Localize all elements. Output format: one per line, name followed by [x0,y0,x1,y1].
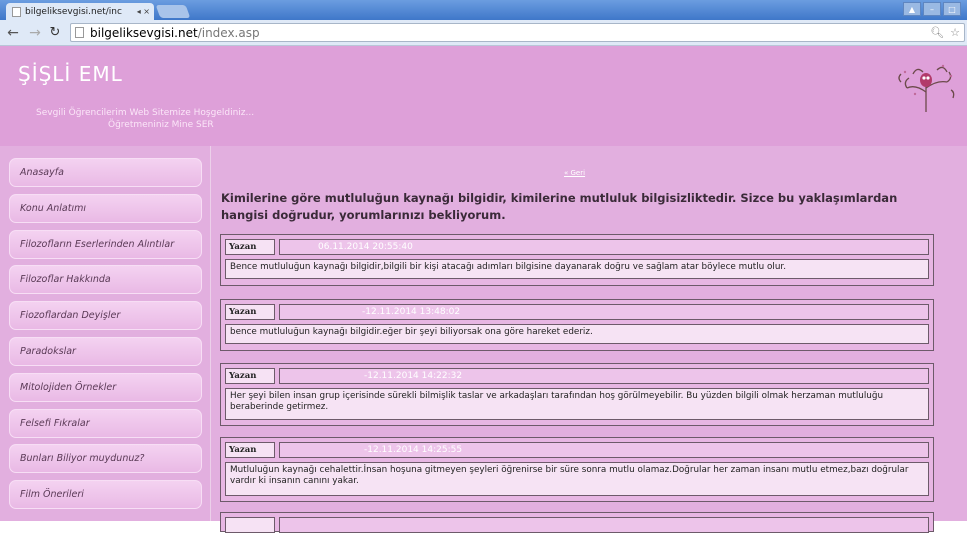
comment-meta: -12.11.2014 14:25:55 [279,442,929,458]
comment-meta [279,517,929,533]
author-label: Yazan [225,442,275,458]
author-label: Yazan [225,368,275,384]
sidebar-item-mitoloji[interactable]: Mitolojiden Örnekler [9,372,202,402]
comment-text: bence mutluluğun kaynağı bilgidir.eğer b… [225,324,929,344]
url-host: bilgeliksevgisi.net [90,25,198,40]
url-path: /index.asp [197,25,260,40]
comment-card: Yazan -12.11.2014 14:22:32 Her şeyi bile… [220,363,934,426]
site-header: ŞİŞLİ EML Sevgili Öğrencilerim Web Sitem… [0,46,967,146]
sidebar-item-filozoflar-hakkinda[interactable]: Filozoflar Hakkında [9,265,202,295]
author-label: Yazan [225,304,275,320]
comment-date: -12.11.2014 14:25:55 [364,445,463,455]
sidebar-item-alintilar[interactable]: Filozofların Eserlerinden Alıntılar [9,229,202,259]
owl-tree-logo-icon [898,64,955,112]
sidebar-item-konu-anlatimi[interactable]: Konu Anlatımı [9,193,202,223]
reload-icon[interactable]: ↻ [46,25,64,40]
comment-meta: -12.11.2014 14:22:32 [279,368,929,384]
minimize-button[interactable]: – [923,2,941,16]
close-tab-icon[interactable]: ◂ × [137,7,150,16]
comment-date: -12.11.2014 13:48:02 [362,307,461,317]
maximize-button[interactable]: □ [943,2,961,16]
browser-tab[interactable]: bilgeliksevgisi.net/inc ◂ × [6,3,154,20]
sidebar-item-film-onerileri[interactable]: Film Önerileri [9,480,202,510]
comment-meta: -12.11.2014 13:48:02 [279,304,929,320]
tab-title: bilgeliksevgisi.net/inc [25,6,122,17]
comment-date: -12.11.2014 14:22:32 [364,371,463,381]
address-bar[interactable]: bilgeliksevgisi.net /index.asp 🔍︎ ☆ [70,23,965,42]
sidebar-item-anasayfa[interactable]: Anasayfa [9,158,202,187]
comment-card [220,512,934,533]
comment-text: Mutluluğun kaynağı cehalettir.İnsan hoşu… [225,462,929,496]
page-favicon-icon [12,6,21,17]
zoom-icon[interactable]: 🔍︎ [930,26,944,39]
comment-card: Yazan 06.11.2014 20:55:40 Bence mutluluğ… [220,234,934,286]
back-link[interactable]: « Geri [564,169,585,177]
comment-text: Her şeyi bilen insan grup içerisinde sür… [225,388,929,420]
back-arrow-icon[interactable]: ← [4,25,22,41]
comment-date: 06.11.2014 20:55:40 [318,242,413,252]
divider [210,146,211,521]
site-title: ŞİŞLİ EML [18,62,123,86]
comment-card: Yazan -12.11.2014 13:48:02 bence mutlulu… [220,299,934,351]
welcome-message: Sevgili Öğrencilerim Web Sitemize Hoşgel… [36,108,255,118]
user-icon[interactable]: ▲ [903,2,921,16]
sidebar-item-fikralar[interactable]: Felsefi Fıkralar [9,408,202,438]
web-page: ŞİŞLİ EML Sevgili Öğrencilerim Web Sitem… [0,46,967,533]
sidebar-item-biliyor-muydunuz[interactable]: Bunları Biliyor muydunuz? [9,444,202,474]
author-label: Yazan [225,239,275,255]
page-question: Kimilerine göre mutluluğun kaynağı bilgi… [221,191,898,222]
comment-text: Bence mutluluğun kaynağı bilgidir,bilgil… [225,259,929,279]
new-tab-button[interactable] [155,5,191,18]
sidebar-nav: Anasayfa Konu Anlatımı Filozofların Eser… [9,158,202,516]
sidebar-item-paradokslar[interactable]: Paradokslar [9,336,202,366]
teacher-name: Öğretmeniniz Mine SER [108,120,214,130]
comment-meta: 06.11.2014 20:55:40 [279,239,929,255]
window-controls: ▲ – □ [903,2,961,16]
forward-arrow-icon[interactable]: → [26,25,44,41]
comment-card: Yazan -12.11.2014 14:25:55 Mutluluğun ka… [220,437,934,502]
browser-toolbar: ← → ↻ bilgeliksevgisi.net /index.asp 🔍︎ … [0,20,967,46]
browser-tab-bar: bilgeliksevgisi.net/inc ◂ × ▲ – □ [0,0,967,20]
sidebar-item-deyisler[interactable]: Fiozoflardan Deyişler [9,301,202,331]
page-icon [75,27,84,38]
content-area: Anasayfa Konu Anlatımı Filozofların Eser… [0,146,967,533]
author-label [225,517,275,533]
bookmark-star-icon[interactable]: ☆ [950,26,960,39]
